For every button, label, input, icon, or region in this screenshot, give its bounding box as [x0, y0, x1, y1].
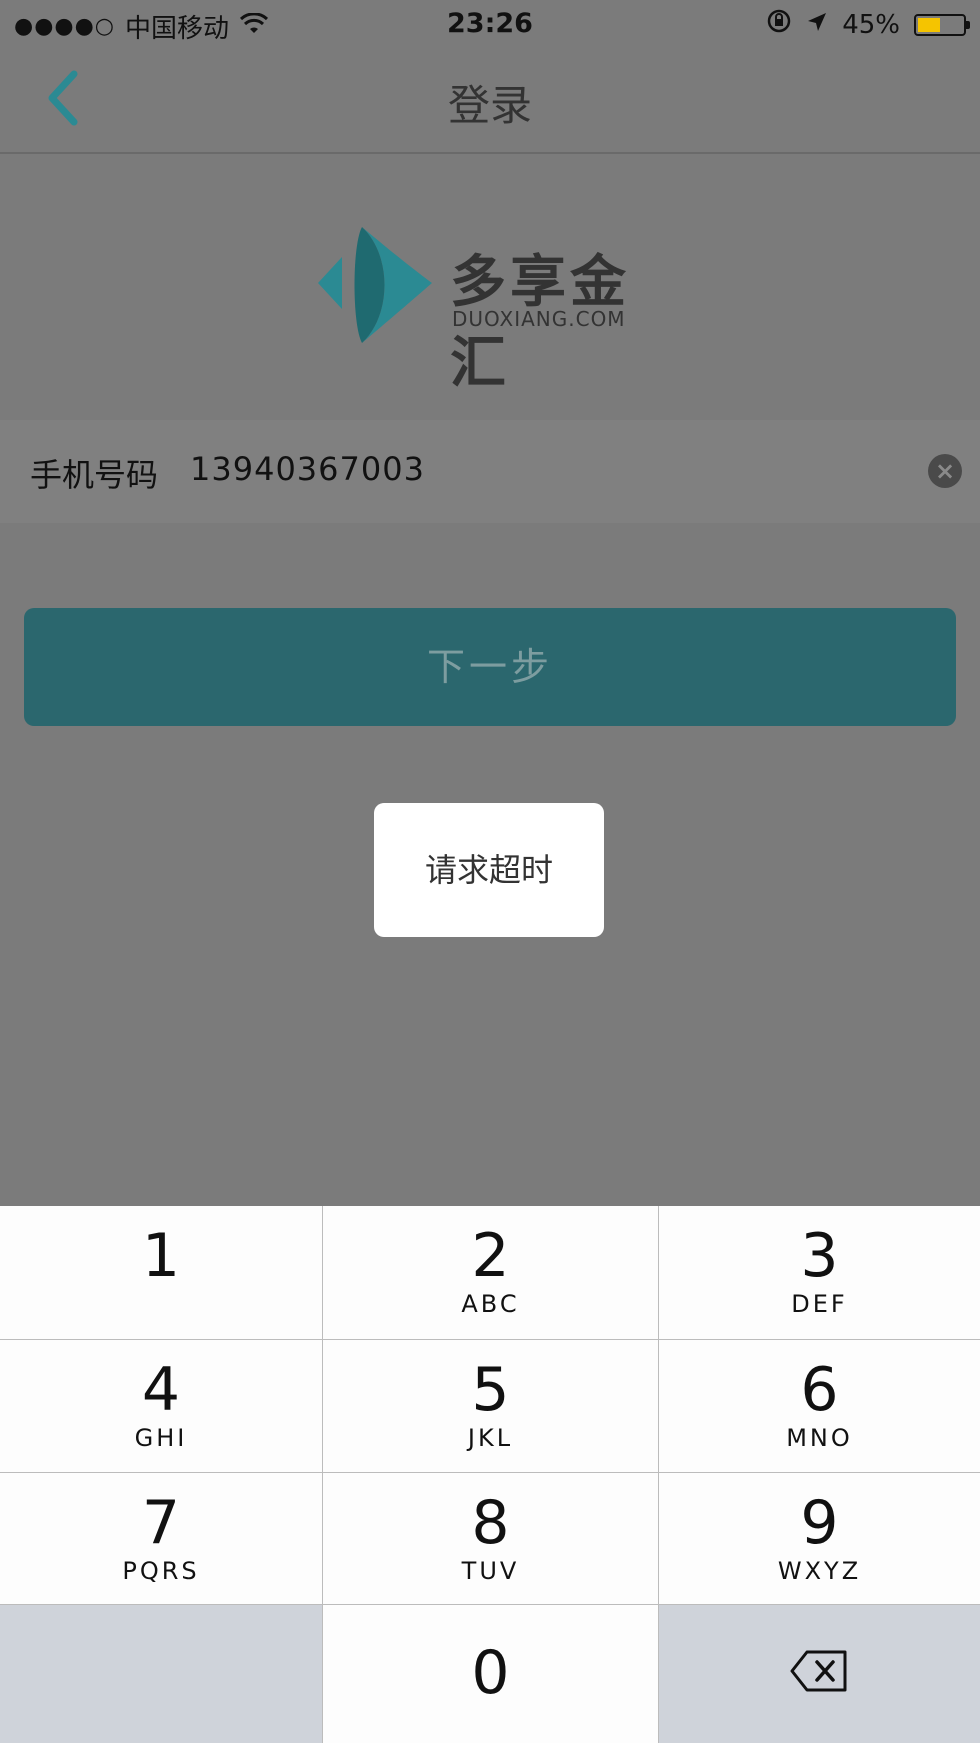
key-4[interactable]: 4 GHI [0, 1340, 323, 1473]
key-digit: 6 [800, 1355, 839, 1425]
clear-icon[interactable]: × [928, 454, 962, 488]
key-letters: JKL [467, 1424, 514, 1452]
phone-input-row[interactable]: 手机号码 13940367003 × [0, 420, 980, 523]
logo-domain: DUOXIANG.COM [452, 307, 626, 331]
key-digit: 8 [471, 1488, 510, 1558]
status-bar: ●●●●○ 中国移动 23:26 45% [0, 0, 980, 48]
key-5[interactable]: 5 JKL [323, 1340, 659, 1473]
key-digit: 0 [471, 1638, 510, 1708]
key-1[interactable]: 1 [0, 1206, 323, 1340]
next-button[interactable]: 下一步 [24, 608, 956, 726]
key-digit: 2 [471, 1221, 510, 1291]
brand-logo: 多享金汇 DUOXIANG.COM [312, 225, 672, 396]
logo-mark-icon [312, 225, 432, 345]
phone-input[interactable]: 13940367003 [190, 450, 425, 488]
key-digit: 4 [141, 1355, 181, 1425]
toast-message: 请求超时 [374, 803, 604, 937]
page-title: 登录 [447, 81, 532, 130]
key-letters: GHI [134, 1424, 188, 1452]
key-3[interactable]: 3 DEF [659, 1206, 980, 1340]
key-2[interactable]: 2 ABC [323, 1206, 659, 1340]
key-0[interactable]: 0 [323, 1605, 659, 1743]
key-7[interactable]: 7 PQRS [0, 1473, 323, 1605]
key-letters: PQRS [122, 1557, 200, 1585]
key-letters: MNO [786, 1424, 853, 1452]
rotation-lock-icon [766, 8, 792, 41]
battery-icon [914, 13, 970, 36]
battery-percent: 45% [842, 9, 900, 40]
key-letters: TUV [461, 1557, 520, 1585]
status-right: 45% [766, 8, 970, 41]
key-letters: DEF [791, 1290, 848, 1318]
key-6[interactable]: 6 MNO [659, 1340, 980, 1473]
key-9[interactable]: 9 WXYZ [659, 1473, 980, 1605]
key-8[interactable]: 8 TUV [323, 1473, 659, 1605]
key-digit: 7 [141, 1488, 181, 1558]
key-digit: 9 [800, 1488, 839, 1558]
location-arrow-icon [806, 10, 828, 40]
delete-key[interactable] [659, 1605, 980, 1743]
key-digit: 5 [471, 1355, 510, 1425]
numeric-keypad: 1 2 ABC 3 DEF 4 GHI 5 JKL 6 MNO 7 PQRS 8… [0, 1206, 980, 1743]
key-blank [0, 1605, 323, 1743]
phone-label: 手机号码 [30, 456, 159, 494]
nav-bar: 登录 [0, 48, 980, 154]
key-digit: 3 [800, 1221, 839, 1291]
key-letters: ABC [461, 1290, 520, 1318]
key-digit: 1 [141, 1221, 181, 1291]
backspace-icon [790, 1650, 847, 1692]
key-letters: WXYZ [777, 1557, 862, 1585]
